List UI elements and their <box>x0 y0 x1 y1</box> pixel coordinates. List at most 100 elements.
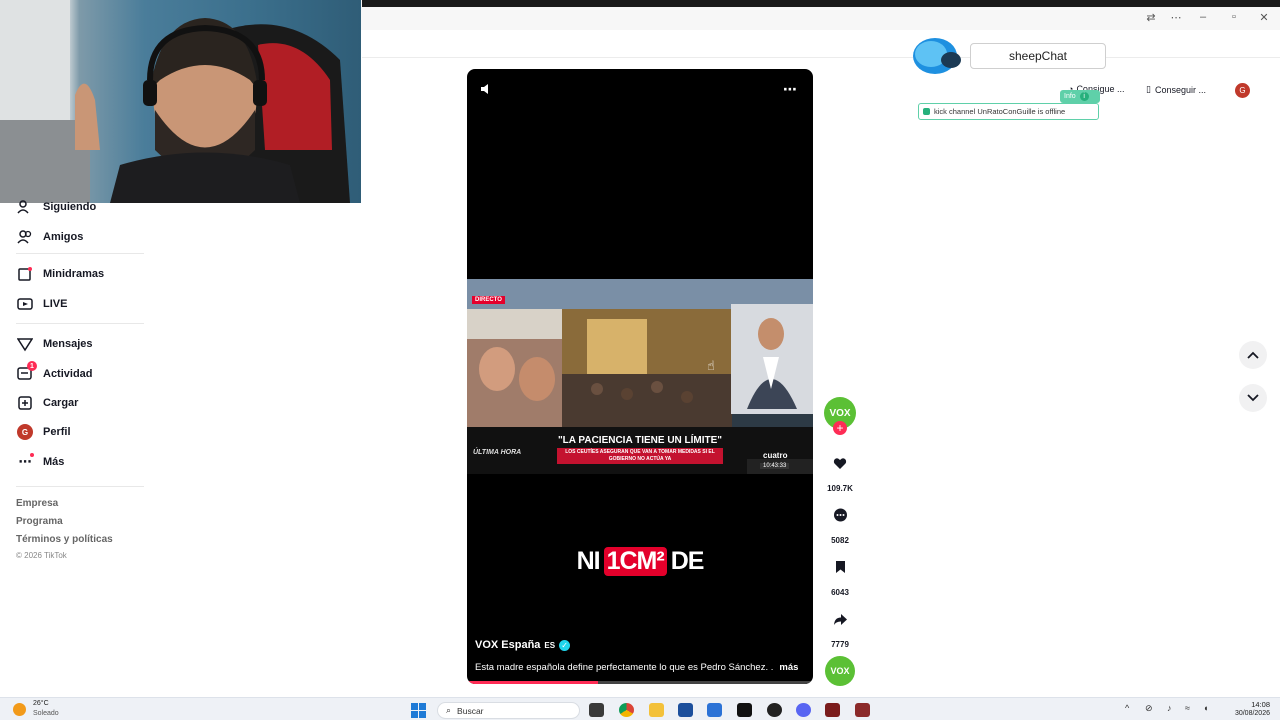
follow-plus-icon[interactable]: + <box>833 421 847 435</box>
sidebar-item-siguiendo[interactable]: Siguiendo <box>16 196 96 218</box>
close-icon[interactable]: ✕ <box>1254 11 1274 24</box>
minimize-icon[interactable]: – <box>1193 11 1213 23</box>
live-icon <box>16 295 34 313</box>
info-tag-label: Info <box>1064 93 1076 100</box>
task-view-icon[interactable] <box>589 703 604 717</box>
sidebar-item-actividad[interactable]: 1 Actividad <box>16 361 93 385</box>
author-name[interactable]: VOX España <box>475 639 540 651</box>
sidebar-item-minidramas[interactable]: Minidramas <box>16 263 104 285</box>
app-grid-icon[interactable] <box>855 703 870 717</box>
profile-avatar-letter: G <box>17 424 33 440</box>
discord-icon[interactable] <box>796 703 811 717</box>
translate-icon[interactable]: ⇄ <box>1141 11 1161 24</box>
tray-wifi-icon[interactable]: ≈ <box>1185 703 1190 713</box>
sidebar-item-label: Amigos <box>43 231 84 243</box>
sheepchat-logo-icon <box>911 34 963 78</box>
clip-time: 10:43:33 <box>760 463 790 469</box>
sidebar-item-label: Mensajes <box>43 338 93 350</box>
sidebar-item-mas[interactable]: ⋯ Más <box>16 451 64 473</box>
messages-icon <box>16 335 34 353</box>
app-r-icon[interactable] <box>825 703 840 717</box>
header-divider <box>362 57 1280 58</box>
video-description: Esta madre española define perfectamente… <box>475 662 774 673</box>
footer-link-empresa[interactable]: Empresa <box>16 498 58 509</box>
status-dot-icon <box>923 108 930 115</box>
upload-icon <box>16 394 34 412</box>
activity-icon: 1 <box>16 361 37 383</box>
chevron-down-icon <box>1247 394 1259 402</box>
sidebar-item-label: Actividad <box>43 368 93 380</box>
comment-button[interactable] <box>824 499 856 531</box>
tray-chevron-icon[interactable]: ^ <box>1125 703 1129 713</box>
weather-sun-icon[interactable] <box>13 703 26 716</box>
next-video-button[interactable] <box>1239 384 1267 412</box>
sidebar-item-live[interactable]: LIVE <box>16 293 67 315</box>
caption-part-1: NI <box>576 547 601 575</box>
previous-video-button[interactable] <box>1239 341 1267 369</box>
heart-icon <box>833 457 847 469</box>
caption-part-2: 1CM² <box>603 547 667 576</box>
windows-start-icon[interactable] <box>411 703 426 718</box>
profile-avatar: G <box>16 423 34 441</box>
weather-temp[interactable]: 26°C <box>33 700 49 707</box>
sidebar-divider <box>16 486 144 487</box>
mail-icon[interactable] <box>707 703 722 717</box>
friends-icon <box>16 228 34 246</box>
consigue-label-2: Conseguir ... <box>1154 84 1206 95</box>
sidebar-item-cargar[interactable]: Cargar <box>16 392 78 414</box>
save-count: 6043 <box>831 588 849 597</box>
browser-menu-icon[interactable]: ⋯ <box>1166 11 1186 24</box>
like-button[interactable] <box>824 447 856 479</box>
comment-count: 5082 <box>831 536 849 545</box>
bookmark-icon <box>835 561 845 573</box>
progress-track[interactable] <box>467 681 813 684</box>
info-tag: Info i <box>1060 90 1100 103</box>
taskbar-search[interactable]: ⌕ Buscar <box>437 702 580 719</box>
news-clip: DIRECTO "LA PACIENCIA TIENE UN LÍMITE" L… <box>467 279 813 474</box>
sound-avatar[interactable]: VOX <box>825 656 855 686</box>
kick-status-banner: kick channel UnRatoConGuille is offline <box>918 103 1099 120</box>
sidebar-item-perfil[interactable]: G Perfil <box>16 421 71 443</box>
author-tag: ES <box>544 640 556 650</box>
footer-link-terminos[interactable]: Términos y políticas <box>16 534 113 545</box>
chevron-up-icon <box>1247 351 1259 359</box>
clip-channel: cuatro <box>763 451 788 460</box>
weather-desc: Soleado <box>33 710 59 717</box>
titlebar-strip <box>362 0 1280 7</box>
volume-icon[interactable] <box>479 82 493 96</box>
author-row[interactable]: VOX España ES ✓ <box>475 639 571 651</box>
store-icon[interactable] <box>678 703 693 717</box>
sidebar-divider <box>16 323 144 324</box>
video-player[interactable]: ⋯ DIRECTO "LA PACIENCIA TIENE UN LÍMITE"… <box>467 69 813 684</box>
obs-icon[interactable] <box>767 703 782 717</box>
sidebar-item-label: Minidramas <box>43 268 105 280</box>
tray-volume-icon[interactable]: ◖ <box>1203 703 1208 713</box>
minidramas-icon <box>16 265 34 283</box>
video-menu-icon[interactable]: ⋯ <box>783 81 797 98</box>
footer-link-programa[interactable]: Programa <box>16 516 63 527</box>
tray-network-icon[interactable]: ⊘ <box>1145 703 1153 714</box>
comment-icon <box>833 508 847 521</box>
tiktok-icon[interactable] <box>737 703 752 717</box>
maximize-icon[interactable]: ▫ <box>1224 11 1244 23</box>
more-link[interactable]: más <box>779 662 798 673</box>
share-button[interactable] <box>824 603 856 635</box>
sidebar-item-mensajes[interactable]: Mensajes <box>16 333 93 355</box>
more-icon: ⋯ <box>16 453 34 471</box>
verified-icon: ✓ <box>559 639 571 651</box>
header-avatar[interactable]: G <box>1235 83 1250 98</box>
clip-headline: "LA PACIENCIA TIENE UN LÍMITE" <box>557 435 723 446</box>
taskbar-search-placeholder: Buscar <box>457 705 484 716</box>
consigue-link-2[interactable]: ▯ Conseguir ... <box>1146 84 1206 95</box>
save-button[interactable] <box>824 551 856 583</box>
sidebar-item-label: Cargar <box>43 397 79 409</box>
clock-time[interactable]: 14:08 <box>1226 700 1270 709</box>
chrome-icon[interactable] <box>619 703 634 717</box>
sidebar-item-label: Más <box>43 456 65 468</box>
sidebar-item-label: Siguiendo <box>43 201 97 213</box>
sidebar-item-label: LIVE <box>43 298 68 310</box>
file-explorer-icon[interactable] <box>649 703 664 717</box>
kick-status-text: kick channel UnRatoConGuille is offline <box>934 107 1066 116</box>
tray-mic-icon[interactable]: ♪ <box>1167 703 1172 713</box>
sidebar-item-amigos[interactable]: Amigos <box>16 226 83 248</box>
